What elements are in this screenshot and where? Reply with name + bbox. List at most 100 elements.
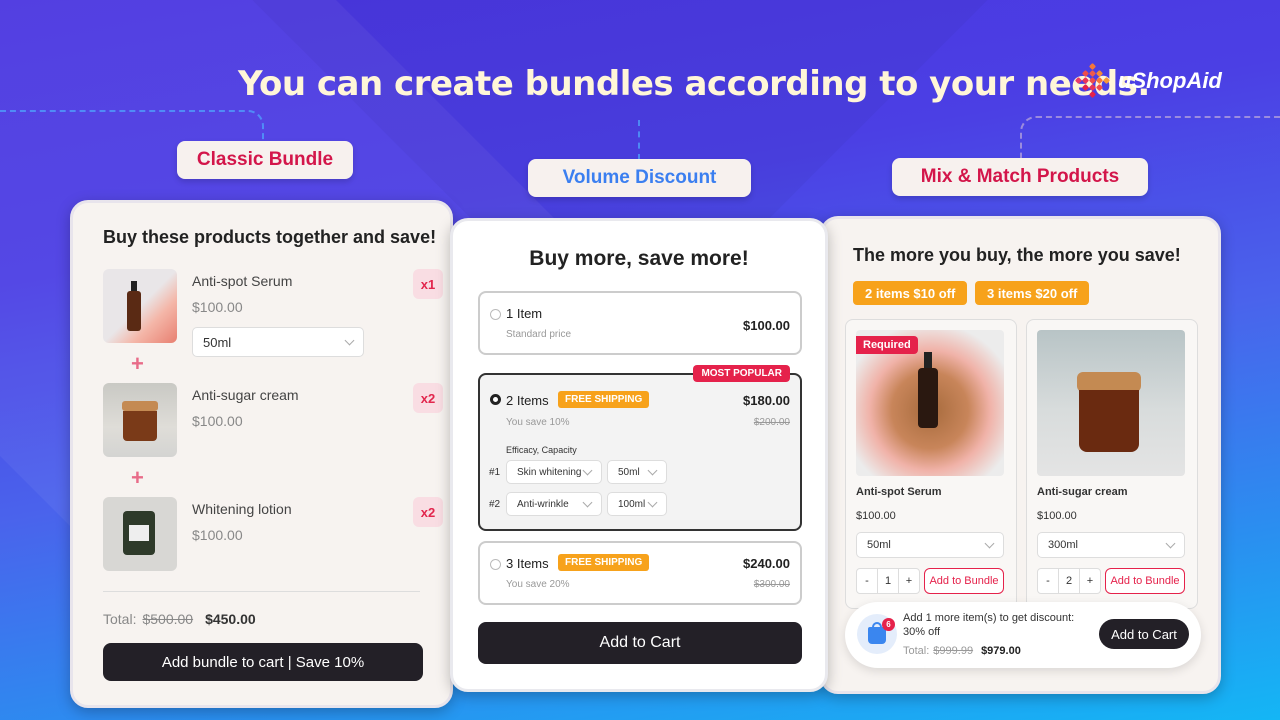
product-image bbox=[103, 383, 177, 457]
bundle-product: Anti-spot Serum $100.00 x1 50ml bbox=[103, 269, 443, 357]
plus-icon: + bbox=[131, 465, 144, 490]
bundle-summary-bar: 6 Add 1 more item(s) to get discount: 30… bbox=[845, 602, 1201, 668]
total-discounted: $979.00 bbox=[981, 645, 1021, 657]
product-price: $100.00 bbox=[192, 527, 243, 543]
product-price: $100.00 bbox=[1037, 510, 1077, 522]
required-badge: Required bbox=[856, 336, 918, 354]
volume-option-3[interactable]: 3 Items FREE SHIPPING $240.00 You save 2… bbox=[478, 541, 802, 605]
quantity-badge: x1 bbox=[413, 269, 443, 299]
shopping-bag-icon[interactable]: 6 bbox=[857, 614, 897, 654]
option-price: $180.00 bbox=[743, 393, 790, 408]
efficacy-value: Skin whitening bbox=[517, 466, 582, 478]
brand-logo: uShopAid bbox=[1074, 62, 1222, 99]
most-popular-badge: MOST POPULAR bbox=[693, 365, 790, 382]
quantity-badge: x2 bbox=[413, 497, 443, 527]
mix-match-title: The more you buy, the more you save! bbox=[853, 245, 1181, 265]
chevron-down-icon bbox=[647, 465, 658, 475]
variant-value: 300ml bbox=[1048, 539, 1078, 551]
option-label: 3 Items bbox=[506, 556, 549, 571]
volume-option-1[interactable]: 1 Item Standard price $100.00 bbox=[478, 291, 802, 355]
chevron-down-icon bbox=[1165, 538, 1176, 548]
option-subtext: You save 10% bbox=[506, 417, 570, 428]
quantity-badge: x2 bbox=[413, 383, 443, 413]
product-image bbox=[103, 269, 177, 343]
option-price: $240.00 bbox=[743, 556, 790, 571]
page-headline: You can create bundles according to your… bbox=[238, 64, 1150, 104]
radio-button[interactable] bbox=[490, 309, 501, 320]
bundle-product: Whitening lotion $100.00 x2 bbox=[103, 497, 443, 573]
tag-mix-match: Mix & Match Products bbox=[892, 158, 1148, 196]
decrement-button[interactable]: - bbox=[1038, 569, 1059, 593]
bundle-total: Total: $500.00 $450.00 bbox=[103, 611, 256, 627]
option-price: $100.00 bbox=[743, 318, 790, 333]
plus-icon: + bbox=[131, 351, 144, 376]
brand-name: uShopAid bbox=[1118, 68, 1222, 93]
total-label: Total: bbox=[903, 645, 930, 657]
variant-value: 50ml bbox=[867, 539, 891, 551]
mix-product-card: Required Anti-spot Serum $100.00 50ml - … bbox=[845, 319, 1017, 609]
chevron-down-icon bbox=[344, 335, 355, 345]
tier-badge: 3 items $20 off bbox=[975, 281, 1090, 305]
bundle-product: Anti-sugar cream $100.00 x2 bbox=[103, 383, 443, 459]
free-shipping-badge: FREE SHIPPING bbox=[558, 391, 650, 408]
quantity-stepper: - 2 + bbox=[1037, 568, 1101, 594]
option-subtext: Standard price bbox=[506, 329, 572, 340]
add-to-bundle-button[interactable]: Add to Bundle bbox=[1105, 568, 1185, 594]
product-price: $100.00 bbox=[192, 413, 243, 429]
capacity-value: 100ml bbox=[618, 498, 646, 510]
chevron-down-icon bbox=[582, 465, 593, 475]
add-to-cart-button[interactable]: Add to Cart bbox=[478, 622, 802, 664]
add-to-cart-button[interactable]: Add to Cart bbox=[1099, 619, 1189, 649]
radio-button[interactable] bbox=[490, 559, 501, 570]
product-price: $100.00 bbox=[192, 299, 243, 315]
variant-index: #1 bbox=[489, 467, 501, 478]
classic-bundle-title: Buy these products together and save! bbox=[103, 227, 437, 247]
logo-icon bbox=[1074, 62, 1111, 99]
capacity-select[interactable]: 50ml bbox=[607, 460, 667, 484]
volume-option-2[interactable]: MOST POPULAR 2 Items FREE SHIPPING $180.… bbox=[478, 365, 802, 531]
product-price: $100.00 bbox=[856, 510, 896, 522]
volume-discount-title: Buy more, save more! bbox=[529, 247, 749, 270]
product-image bbox=[103, 497, 177, 571]
product-image: Required bbox=[856, 330, 1004, 476]
volume-discount-card: Buy more, save more! 1 Item Standard pri… bbox=[450, 218, 828, 692]
variant-header: Efficacy, Capacity bbox=[506, 445, 577, 455]
variant-select[interactable]: 300ml bbox=[1037, 532, 1185, 558]
radio-button-selected[interactable] bbox=[490, 394, 501, 405]
efficacy-select[interactable]: Skin whitening bbox=[506, 460, 602, 484]
increment-button[interactable]: + bbox=[1080, 569, 1100, 593]
variant-select[interactable]: 50ml bbox=[856, 532, 1004, 558]
add-to-bundle-button[interactable]: Add to Bundle bbox=[924, 568, 1004, 594]
efficacy-select[interactable]: Anti-wrinkle bbox=[506, 492, 602, 516]
tag-classic-bundle: Classic Bundle bbox=[177, 141, 353, 179]
quantity-value[interactable]: 2 bbox=[1059, 569, 1080, 593]
total-label: Total: bbox=[103, 611, 137, 627]
chevron-down-icon bbox=[984, 538, 995, 548]
option-old-price: $300.00 bbox=[753, 579, 790, 590]
variant-index: #2 bbox=[489, 499, 501, 510]
quantity-value[interactable]: 1 bbox=[878, 569, 899, 593]
quantity-stepper: - 1 + bbox=[856, 568, 920, 594]
capacity-select[interactable]: 100ml bbox=[607, 492, 667, 516]
add-bundle-to-cart-button[interactable]: Add bundle to cart | Save 10% bbox=[103, 643, 423, 681]
tag-volume-discount: Volume Discount bbox=[528, 159, 751, 197]
mix-match-card: The more you buy, the more you save! 2 i… bbox=[820, 216, 1221, 694]
product-name: Whitening lotion bbox=[192, 501, 292, 517]
variant-select[interactable]: 50ml bbox=[192, 327, 364, 357]
connector-line bbox=[638, 120, 640, 160]
chevron-down-icon bbox=[647, 497, 658, 507]
product-name: Anti-sugar cream bbox=[192, 387, 299, 403]
free-shipping-badge: FREE SHIPPING bbox=[558, 554, 650, 571]
increment-button[interactable]: + bbox=[899, 569, 919, 593]
total-original: $999.99 bbox=[933, 645, 974, 657]
product-name: Anti-spot Serum bbox=[192, 273, 293, 289]
chevron-down-icon bbox=[582, 497, 593, 507]
tier-badge: 2 items $10 off bbox=[853, 281, 968, 305]
decrement-button[interactable]: - bbox=[857, 569, 878, 593]
mix-product-card: Anti-sugar cream $100.00 300ml - 2 + Add… bbox=[1026, 319, 1198, 609]
total-discounted: $450.00 bbox=[205, 611, 256, 627]
product-name: Anti-spot Serum bbox=[856, 486, 942, 498]
divider bbox=[103, 591, 420, 592]
option-subtext: You save 20% bbox=[506, 579, 570, 590]
cart-count-badge: 6 bbox=[882, 618, 895, 631]
